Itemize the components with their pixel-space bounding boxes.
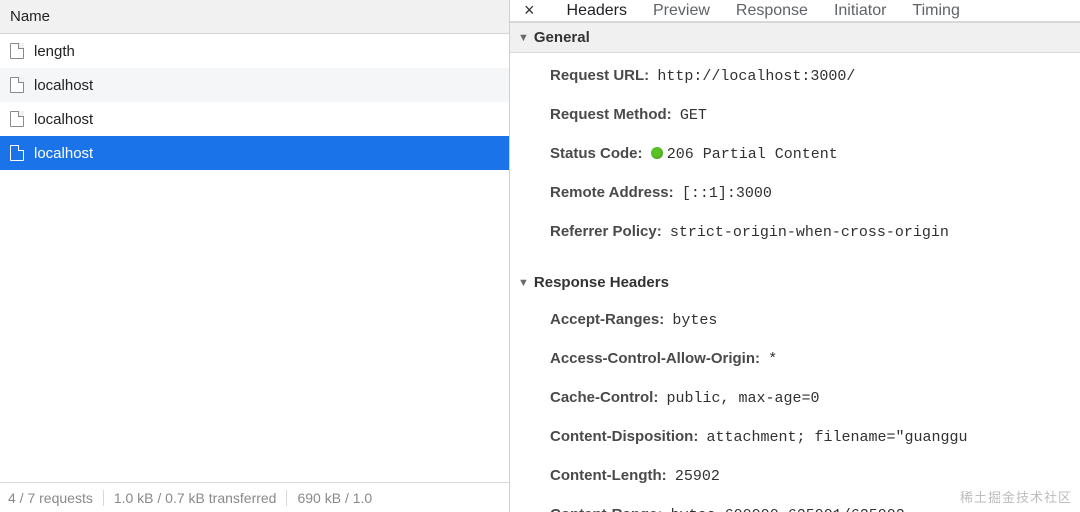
status-requests: 4 / 7 requests — [8, 490, 103, 506]
kv-row: Cache-Control: public, max-age=0 — [510, 379, 1080, 418]
requests-panel: Name length localhost localhost localhos… — [0, 0, 510, 512]
kv-row: Access-Control-Allow-Origin: * — [510, 340, 1080, 379]
status-bar: 4 / 7 requests 1.0 kB / 0.7 kB transferr… — [0, 482, 509, 512]
tab-initiator[interactable]: Initiator — [834, 2, 886, 20]
chevron-down-icon: ▼ — [518, 32, 529, 44]
list-item[interactable]: localhost — [0, 102, 509, 136]
file-icon — [10, 111, 24, 127]
kv-row: Content-Range: bytes 600000-625901/62590… — [510, 496, 1080, 512]
list-item[interactable]: localhost — [0, 136, 509, 170]
kv-row: Accept-Ranges: bytes — [510, 301, 1080, 340]
kv-key: Content-Length: — [550, 467, 667, 484]
list-item[interactable]: length — [0, 34, 509, 68]
section-response-headers[interactable]: ▼ Response Headers — [510, 260, 1080, 297]
kv-row: Content-Length: 25902 — [510, 457, 1080, 496]
kv-key: Status Code: — [550, 145, 643, 162]
kv-key: Cache-Control: — [550, 389, 658, 406]
kv-value: bytes 600000-625901/625902 — [671, 507, 905, 512]
kv-row: Request Method: GET — [510, 96, 1080, 135]
kv-value: * — [768, 351, 777, 368]
status-resources: 690 kB / 1.0 — [286, 490, 382, 506]
kv-value: public, max-age=0 — [667, 390, 820, 407]
chevron-down-icon: ▼ — [518, 277, 529, 289]
kv-value: GET — [680, 107, 707, 124]
section-title: General — [534, 29, 590, 46]
kv-key: Remote Address: — [550, 184, 674, 201]
response-items: Accept-Ranges: bytes Access-Control-Allo… — [510, 297, 1080, 512]
close-icon[interactable]: × — [524, 0, 535, 21]
detail-tabs: × Headers Preview Response Initiator Tim… — [510, 0, 1080, 22]
request-label: localhost — [34, 145, 93, 162]
request-label: localhost — [34, 111, 93, 128]
kv-value: bytes — [672, 312, 717, 329]
file-icon — [10, 77, 24, 93]
kv-key: Access-Control-Allow-Origin: — [550, 350, 760, 367]
kv-row: Referrer Policy: strict-origin-when-cros… — [510, 213, 1080, 252]
tab-timing[interactable]: Timing — [912, 2, 959, 20]
details-panel: × Headers Preview Response Initiator Tim… — [510, 0, 1080, 512]
request-label: length — [34, 43, 75, 60]
file-icon — [10, 145, 24, 161]
status-dot-icon — [651, 147, 663, 159]
request-list: length localhost localhost localhost — [0, 34, 509, 482]
general-items: Request URL: http://localhost:3000/ Requ… — [510, 53, 1080, 260]
kv-row: Status Code: 206 Partial Content — [510, 135, 1080, 174]
kv-value: http://localhost:3000/ — [657, 68, 855, 85]
kv-value: attachment; filename="guanggu — [706, 429, 967, 446]
kv-key: Referrer Policy: — [550, 223, 662, 240]
file-icon — [10, 43, 24, 59]
kv-key: Content-Range: — [550, 506, 663, 512]
kv-row: Content-Disposition: attachment; filenam… — [510, 418, 1080, 457]
highlighted-value: bytes 600000-625901/625902 — [671, 507, 905, 512]
name-column-header[interactable]: Name — [0, 0, 509, 34]
kv-value: 25902 — [675, 468, 720, 485]
kv-row: Request URL: http://localhost:3000/ — [510, 57, 1080, 96]
request-label: localhost — [34, 77, 93, 94]
section-general[interactable]: ▼ General — [510, 22, 1080, 53]
kv-key: Request Method: — [550, 106, 672, 123]
kv-key: Accept-Ranges: — [550, 311, 664, 328]
kv-value: 206 Partial Content — [651, 146, 838, 163]
kv-key: Request URL: — [550, 67, 649, 84]
tab-response[interactable]: Response — [736, 2, 808, 20]
kv-value: strict-origin-when-cross-origin — [670, 224, 949, 241]
kv-row: Remote Address: [::1]:3000 — [510, 174, 1080, 213]
section-title: Response Headers — [534, 274, 669, 291]
tab-preview[interactable]: Preview — [653, 2, 710, 20]
kv-value: [::1]:3000 — [682, 185, 772, 202]
list-item[interactable]: localhost — [0, 68, 509, 102]
status-transferred: 1.0 kB / 0.7 kB transferred — [103, 490, 287, 506]
kv-key: Content-Disposition: — [550, 428, 698, 445]
